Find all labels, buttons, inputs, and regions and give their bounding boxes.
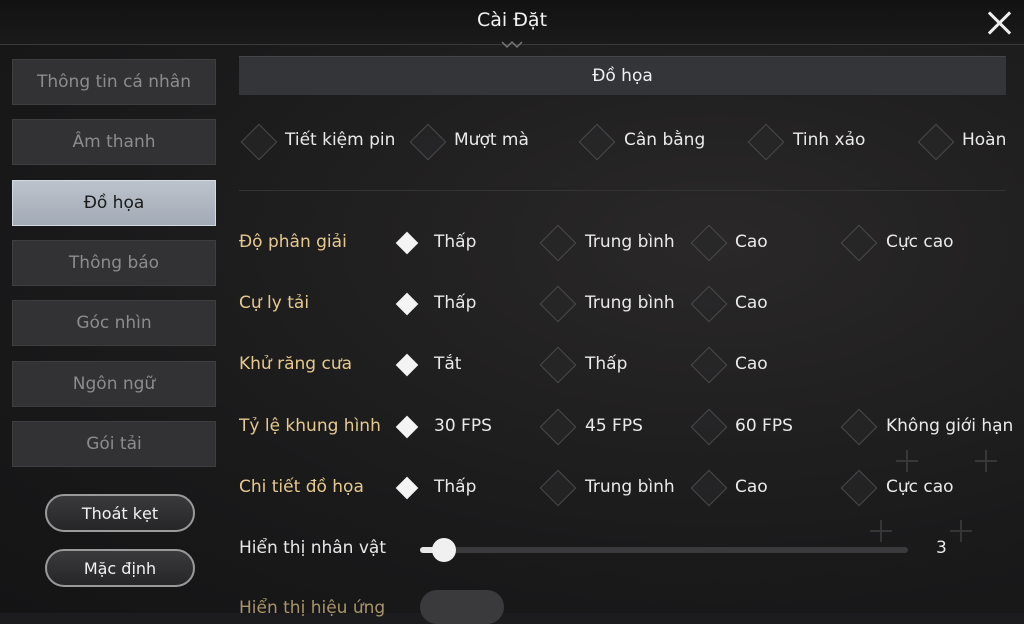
section-header: Đồ họa [239,56,1006,95]
close-button[interactable] [984,8,1014,38]
option-label: Thấp [434,477,477,497]
divider [239,190,1006,191]
sidebar-item-label: Ngôn ngữ [72,374,156,394]
background-cross-icon [975,450,997,472]
toggle-switch[interactable] [420,590,504,624]
sidebar-item-sound[interactable]: Âm thanh [12,119,216,165]
option-label: Cực cao [886,477,954,497]
sidebar-item-downloads[interactable]: Gói tải [12,421,216,467]
option-label: Cao [735,477,768,497]
option-label: 30 FPS [434,416,492,436]
page-title: Cài Đặt [476,9,548,31]
option-label: Trung bình [585,293,675,313]
option-label: Trung bình [585,477,675,497]
option-label: Không giới hạn [886,416,1014,436]
unstuck-button-label: Thoát kẹt [81,503,159,523]
setting-label: Khử răng cưa [239,354,353,374]
slider-value: 3 [936,538,947,558]
preset-label: Cân bằng [624,130,706,150]
character-display-slider[interactable] [420,538,908,562]
setting-label: Cự ly tải [239,293,310,313]
option-label: Tắt [434,354,462,374]
setting-label: Hiển thị nhân vật [239,538,386,558]
option-label: Trung bình [585,232,675,252]
option-label: Thấp [434,232,477,252]
sidebar-item-label: Góc nhìn [76,313,152,333]
setting-label: Chi tiết đồ họa [239,477,364,497]
sidebar-item-label: Gói tải [86,434,142,454]
setting-label: Độ phân giải [239,232,347,252]
sidebar-item-camera[interactable]: Góc nhìn [12,300,216,346]
unstuck-button[interactable]: Thoát kẹt [45,494,195,532]
default-button-label: Mặc định [83,558,157,578]
sidebar-item-graphics[interactable]: Đồ họa [12,180,216,226]
sidebar-item-label: Âm thanh [72,132,156,152]
option-label: Thấp [585,354,628,374]
background-cross-icon [896,450,918,472]
sidebar-item-profile[interactable]: Thông tin cá nhân [12,59,216,105]
background-cross-icon [870,520,892,542]
sidebar-item-label: Thông tin cá nhân [36,72,191,92]
sidebar-item-notifications[interactable]: Thông báo [12,240,216,286]
option-label: Cao [735,293,768,313]
header-bar: Cài Đặt [0,0,1024,49]
option-label: Cao [735,354,768,374]
sidebar-item-label: Đồ họa [83,193,145,213]
preset-label: Hoàn [962,130,1007,150]
option-label: 45 FPS [585,416,643,436]
background-cross-icon [950,520,972,542]
sidebar-item-label: Thông báo [68,253,160,273]
section-title: Đồ họa [592,66,653,86]
preset-label: Tinh xảo [793,130,866,150]
setting-label: Hiển thị hiệu ứng [239,598,386,618]
ornament-icon [501,40,523,49]
option-label: Thấp [434,293,477,313]
sidebar-item-language[interactable]: Ngôn ngữ [12,361,216,407]
preset-label: Tiết kiệm pin [285,130,396,150]
default-button[interactable]: Mặc định [45,549,195,587]
option-label: Cực cao [886,232,954,252]
setting-label: Tỷ lệ khung hình [239,416,381,436]
option-label: 60 FPS [735,416,793,436]
preset-label: Mượt mà [454,130,529,150]
option-label: Cao [735,232,768,252]
